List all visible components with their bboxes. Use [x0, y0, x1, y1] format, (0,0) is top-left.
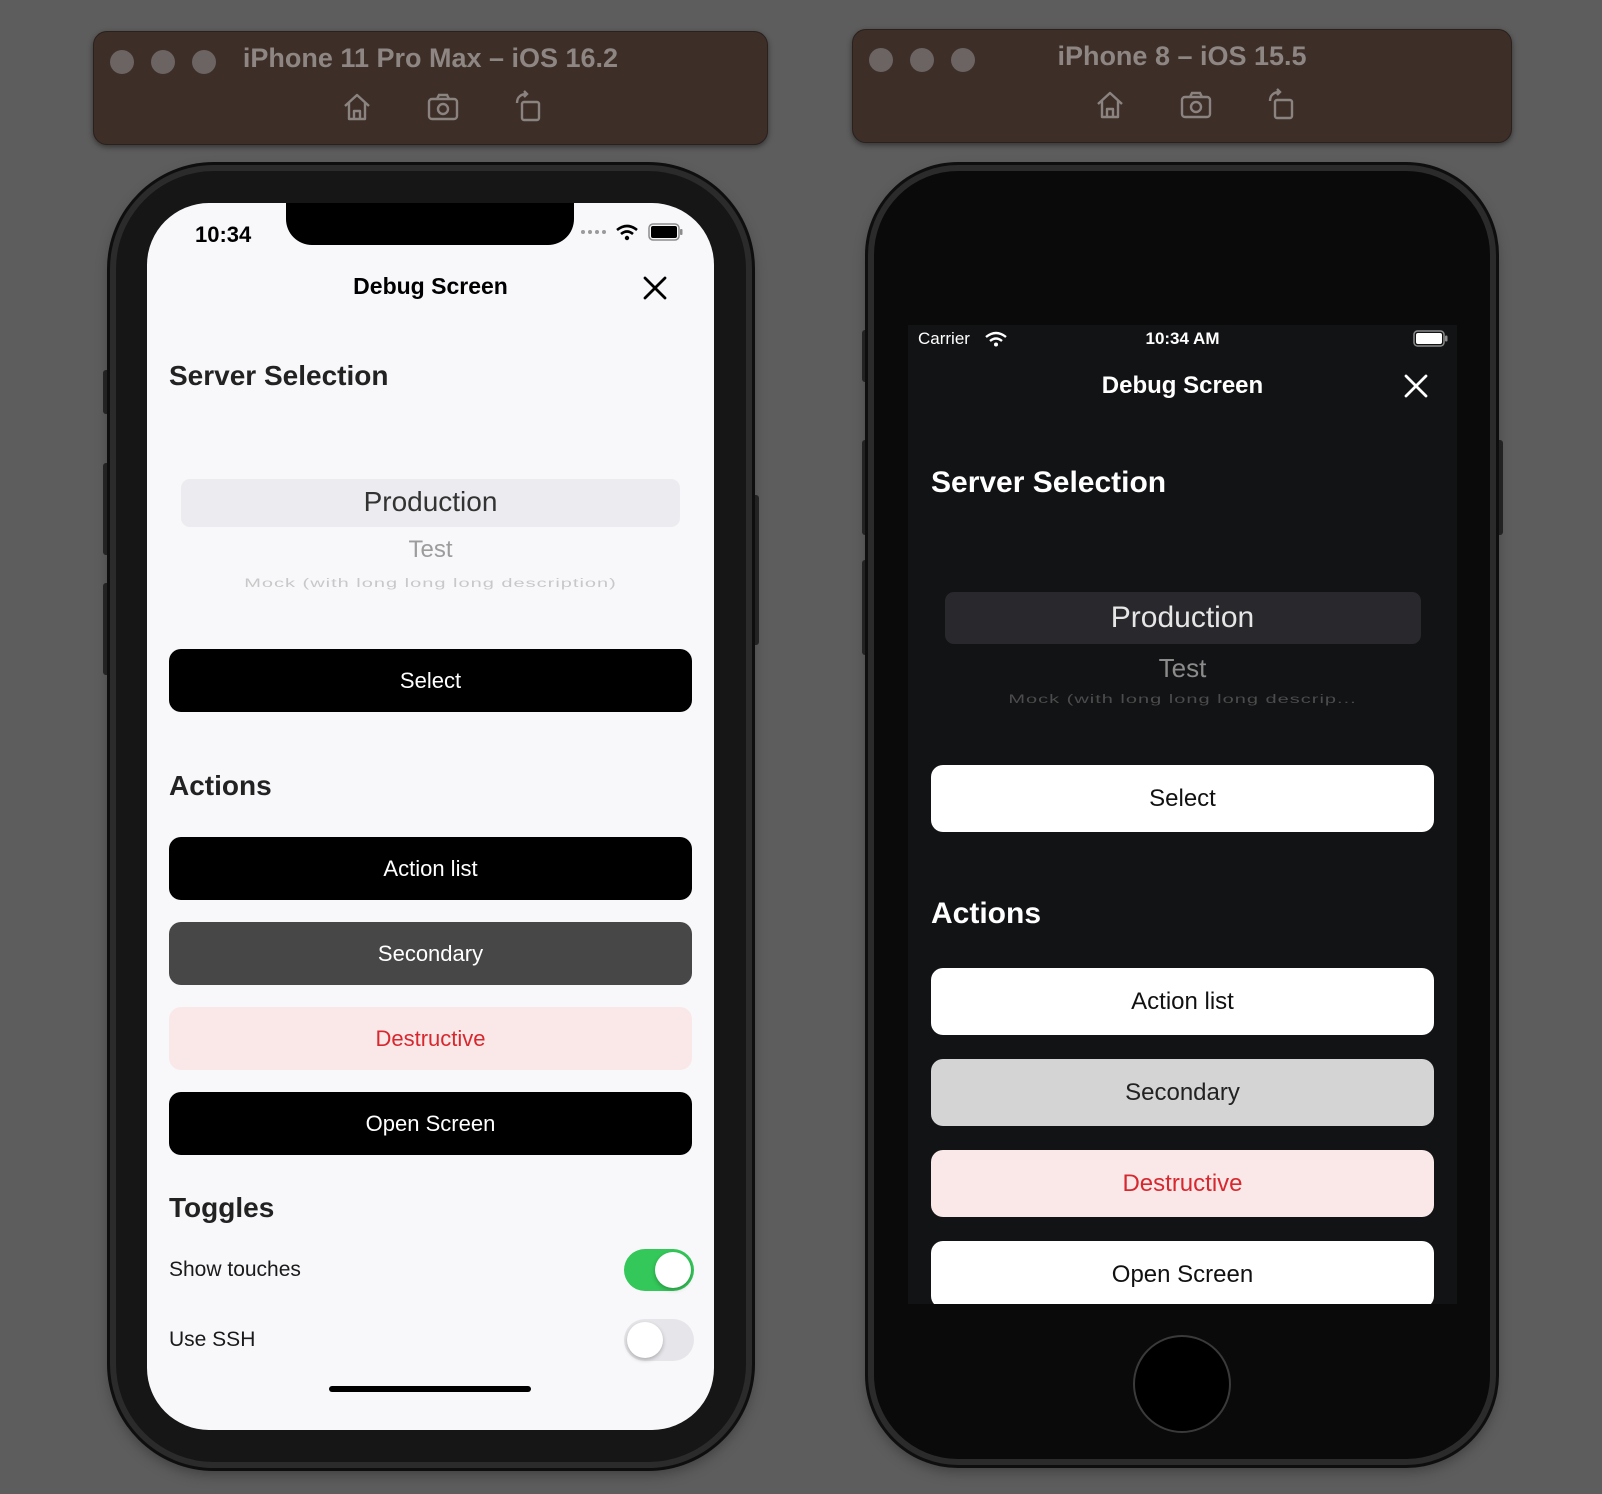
open-screen-button[interactable]: Open Screen	[169, 1092, 692, 1155]
status-time: 10:34	[195, 222, 252, 247]
secondary-button[interactable]: Secondary	[931, 1059, 1434, 1126]
secondary-button[interactable]: Secondary	[169, 922, 692, 985]
actions-heading: Actions	[931, 897, 1042, 930]
select-button[interactable]: Select	[931, 765, 1434, 832]
simulator-toolbar	[340, 90, 546, 124]
home-icon[interactable]	[1093, 88, 1127, 122]
rotate-icon[interactable]	[512, 90, 546, 124]
simulator-titlebar-right: iPhone 8 – iOS 15.5	[852, 29, 1512, 143]
nav-title: Debug Screen	[353, 273, 508, 299]
home-icon[interactable]	[340, 90, 374, 124]
server-picker[interactable]: Production Test Mock (with long long lon…	[931, 578, 1434, 718]
screenshot-icon[interactable]	[426, 90, 460, 124]
toggle-row-use-ssh: Use SSH	[169, 1319, 694, 1361]
server-selection-heading: Server Selection	[931, 466, 1167, 499]
switch-knob	[627, 1322, 663, 1358]
select-button[interactable]: Select	[169, 649, 692, 712]
notch	[286, 203, 574, 245]
server-selection-heading: Server Selection	[169, 360, 389, 391]
picker-option[interactable]: Production	[931, 601, 1434, 635]
rotate-icon[interactable]	[1265, 88, 1299, 122]
destructive-button[interactable]: Destructive	[931, 1150, 1434, 1217]
simulator-title: iPhone 8 – iOS 15.5	[1057, 41, 1307, 71]
toggle-row-show-touches: Show touches	[169, 1249, 694, 1291]
nav-title: Debug Screen	[1101, 372, 1264, 399]
switch-knob	[655, 1252, 691, 1288]
actions-heading: Actions	[169, 770, 272, 801]
show-touches-switch[interactable]	[624, 1249, 694, 1291]
picker-option[interactable]: Mock (with long long long description)	[169, 576, 692, 590]
battery-icon	[648, 223, 683, 241]
use-ssh-switch[interactable]	[624, 1319, 694, 1361]
simulator-title: iPhone 11 Pro Max – iOS 16.2	[242, 43, 619, 73]
signal-icon	[581, 230, 606, 234]
open-screen-button[interactable]: Open Screen	[931, 1241, 1434, 1304]
close-icon[interactable]	[1402, 372, 1430, 400]
status-time: 10:34 AM	[1145, 329, 1220, 348]
picker-option[interactable]: Mock (with long long long descrip...	[931, 692, 1434, 706]
action-list-button[interactable]: Action list	[931, 968, 1434, 1035]
debug-screen-dark: Carrier 10:34 AM Debug Screen Server Sel…	[908, 325, 1457, 1304]
home-button[interactable]	[1133, 1335, 1231, 1433]
status-indicators	[581, 223, 684, 241]
close-icon[interactable]	[641, 274, 669, 302]
toggle-label: Show touches	[169, 1258, 301, 1281]
destructive-button[interactable]: Destructive	[169, 1007, 692, 1070]
screenshot-icon[interactable]	[1179, 88, 1213, 122]
picker-option[interactable]: Production	[169, 486, 692, 518]
action-list-button[interactable]: Action list	[169, 837, 692, 900]
picker-option[interactable]: Test	[169, 536, 692, 564]
simulator-toolbar	[1093, 88, 1299, 122]
home-indicator[interactable]	[329, 1386, 531, 1392]
simulator-titlebar-left: iPhone 11 Pro Max – iOS 16.2	[93, 31, 768, 145]
toggle-label: Use SSH	[169, 1328, 256, 1351]
toggles-heading: Toggles	[169, 1192, 275, 1223]
server-picker[interactable]: Production Test Mock (with long long lon…	[169, 465, 692, 605]
wifi-icon	[616, 224, 638, 240]
battery-icon	[1413, 330, 1448, 347]
picker-option[interactable]: Test	[931, 653, 1434, 684]
debug-screen-light: 10:34 Debug Screen Server Selection Prod…	[147, 203, 714, 1430]
